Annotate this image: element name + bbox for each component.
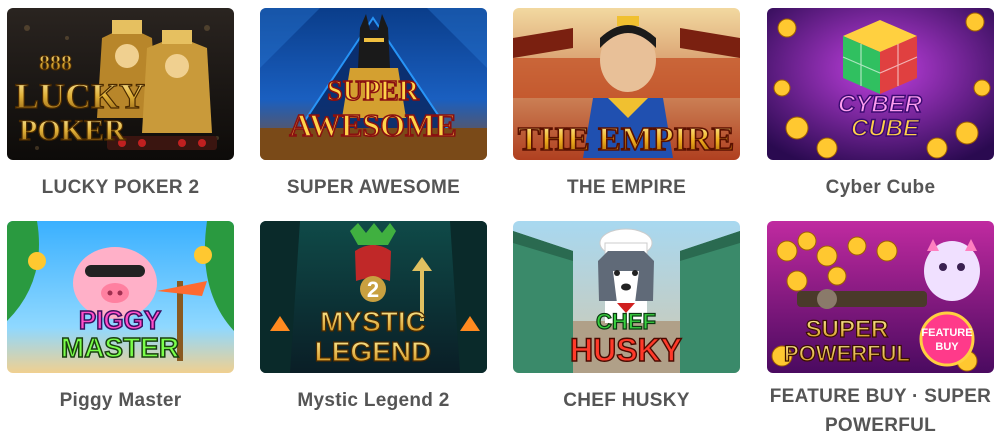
- game-title[interactable]: Cyber Cube: [767, 173, 994, 202]
- badge-text-buy: BUY: [935, 341, 959, 353]
- art-text-2: 2: [367, 277, 379, 302]
- art-text-piggy: PIGGY: [79, 305, 161, 335]
- art-text-mystic: MYSTIC: [320, 306, 426, 337]
- game-thumbnail[interactable]: SUPER POWERFUL FEATURE BUY: [767, 221, 994, 373]
- game-title[interactable]: LUCKY POKER 2: [7, 173, 234, 202]
- game-title[interactable]: FEATURE BUY · SUPER POWERFUL: [767, 382, 994, 434]
- art-text-the-empire: THE EMPIRE: [518, 121, 734, 158]
- game-thumbnail[interactable]: 2 MYSTIC LEGEND: [260, 221, 487, 373]
- game-card-feature-buy-super-powerful[interactable]: SUPER POWERFUL FEATURE BUY FEATURE BUY ·…: [767, 221, 994, 434]
- game-thumbnail[interactable]: CHEF HUSKY: [513, 221, 740, 373]
- game-title[interactable]: Piggy Master: [7, 386, 234, 415]
- game-thumbnail[interactable]: CYBER CUBE: [767, 8, 994, 160]
- art-text-super: SUPER: [806, 316, 889, 343]
- game-card-super-awesome[interactable]: SUPER AWESOME SUPER AWESOME: [260, 8, 487, 202]
- game-thumbnail[interactable]: THE EMPIRE: [513, 8, 740, 160]
- art-text-powerful: POWERFUL: [784, 341, 910, 366]
- game-card-piggy-master[interactable]: PIGGY MASTER Piggy Master: [7, 221, 234, 415]
- game-card-the-empire[interactable]: THE EMPIRE THE EMPIRE: [513, 8, 740, 202]
- art-text-master: MASTER: [61, 332, 179, 363]
- game-thumbnail[interactable]: SUPER AWESOME: [260, 8, 487, 160]
- game-card-mystic-legend-2[interactable]: 2 MYSTIC LEGEND Mystic Legend 2: [260, 221, 487, 415]
- art-text-lucky: LUCKY: [15, 76, 145, 116]
- art-text-888: 888: [39, 50, 72, 75]
- art-text-super: SUPER: [327, 76, 420, 107]
- game-card-lucky-poker-2[interactable]: 888 LUCKY POKER LUCKY POKER 2: [7, 8, 234, 202]
- game-grid: 888 LUCKY POKER LUCKY POKER 2 SUPER AWES…: [0, 0, 1001, 434]
- game-thumbnail[interactable]: 888 LUCKY POKER: [7, 8, 234, 160]
- art-text-legend: LEGEND: [315, 336, 432, 367]
- game-title[interactable]: THE EMPIRE: [513, 173, 740, 202]
- art-text-awesome: AWESOME: [289, 107, 456, 143]
- game-title[interactable]: CHEF HUSKY: [513, 386, 740, 415]
- art-text-chef: CHEF: [596, 309, 656, 334]
- feature-buy-badge: FEATURE BUY: [919, 311, 975, 367]
- game-card-chef-husky[interactable]: CHEF HUSKY CHEF HUSKY: [513, 221, 740, 415]
- game-card-cyber-cube[interactable]: CYBER CUBE Cyber Cube: [767, 8, 994, 202]
- art-text-cube: CUBE: [851, 115, 920, 142]
- game-thumbnail[interactable]: PIGGY MASTER: [7, 221, 234, 373]
- game-title[interactable]: SUPER AWESOME: [260, 173, 487, 202]
- game-title[interactable]: Mystic Legend 2: [260, 386, 487, 415]
- art-text-cyber: CYBER: [838, 91, 923, 118]
- badge-text-feature: FEATURE: [921, 327, 972, 339]
- art-text-poker: POKER: [19, 114, 126, 147]
- art-text-husky: HUSKY: [570, 332, 682, 368]
